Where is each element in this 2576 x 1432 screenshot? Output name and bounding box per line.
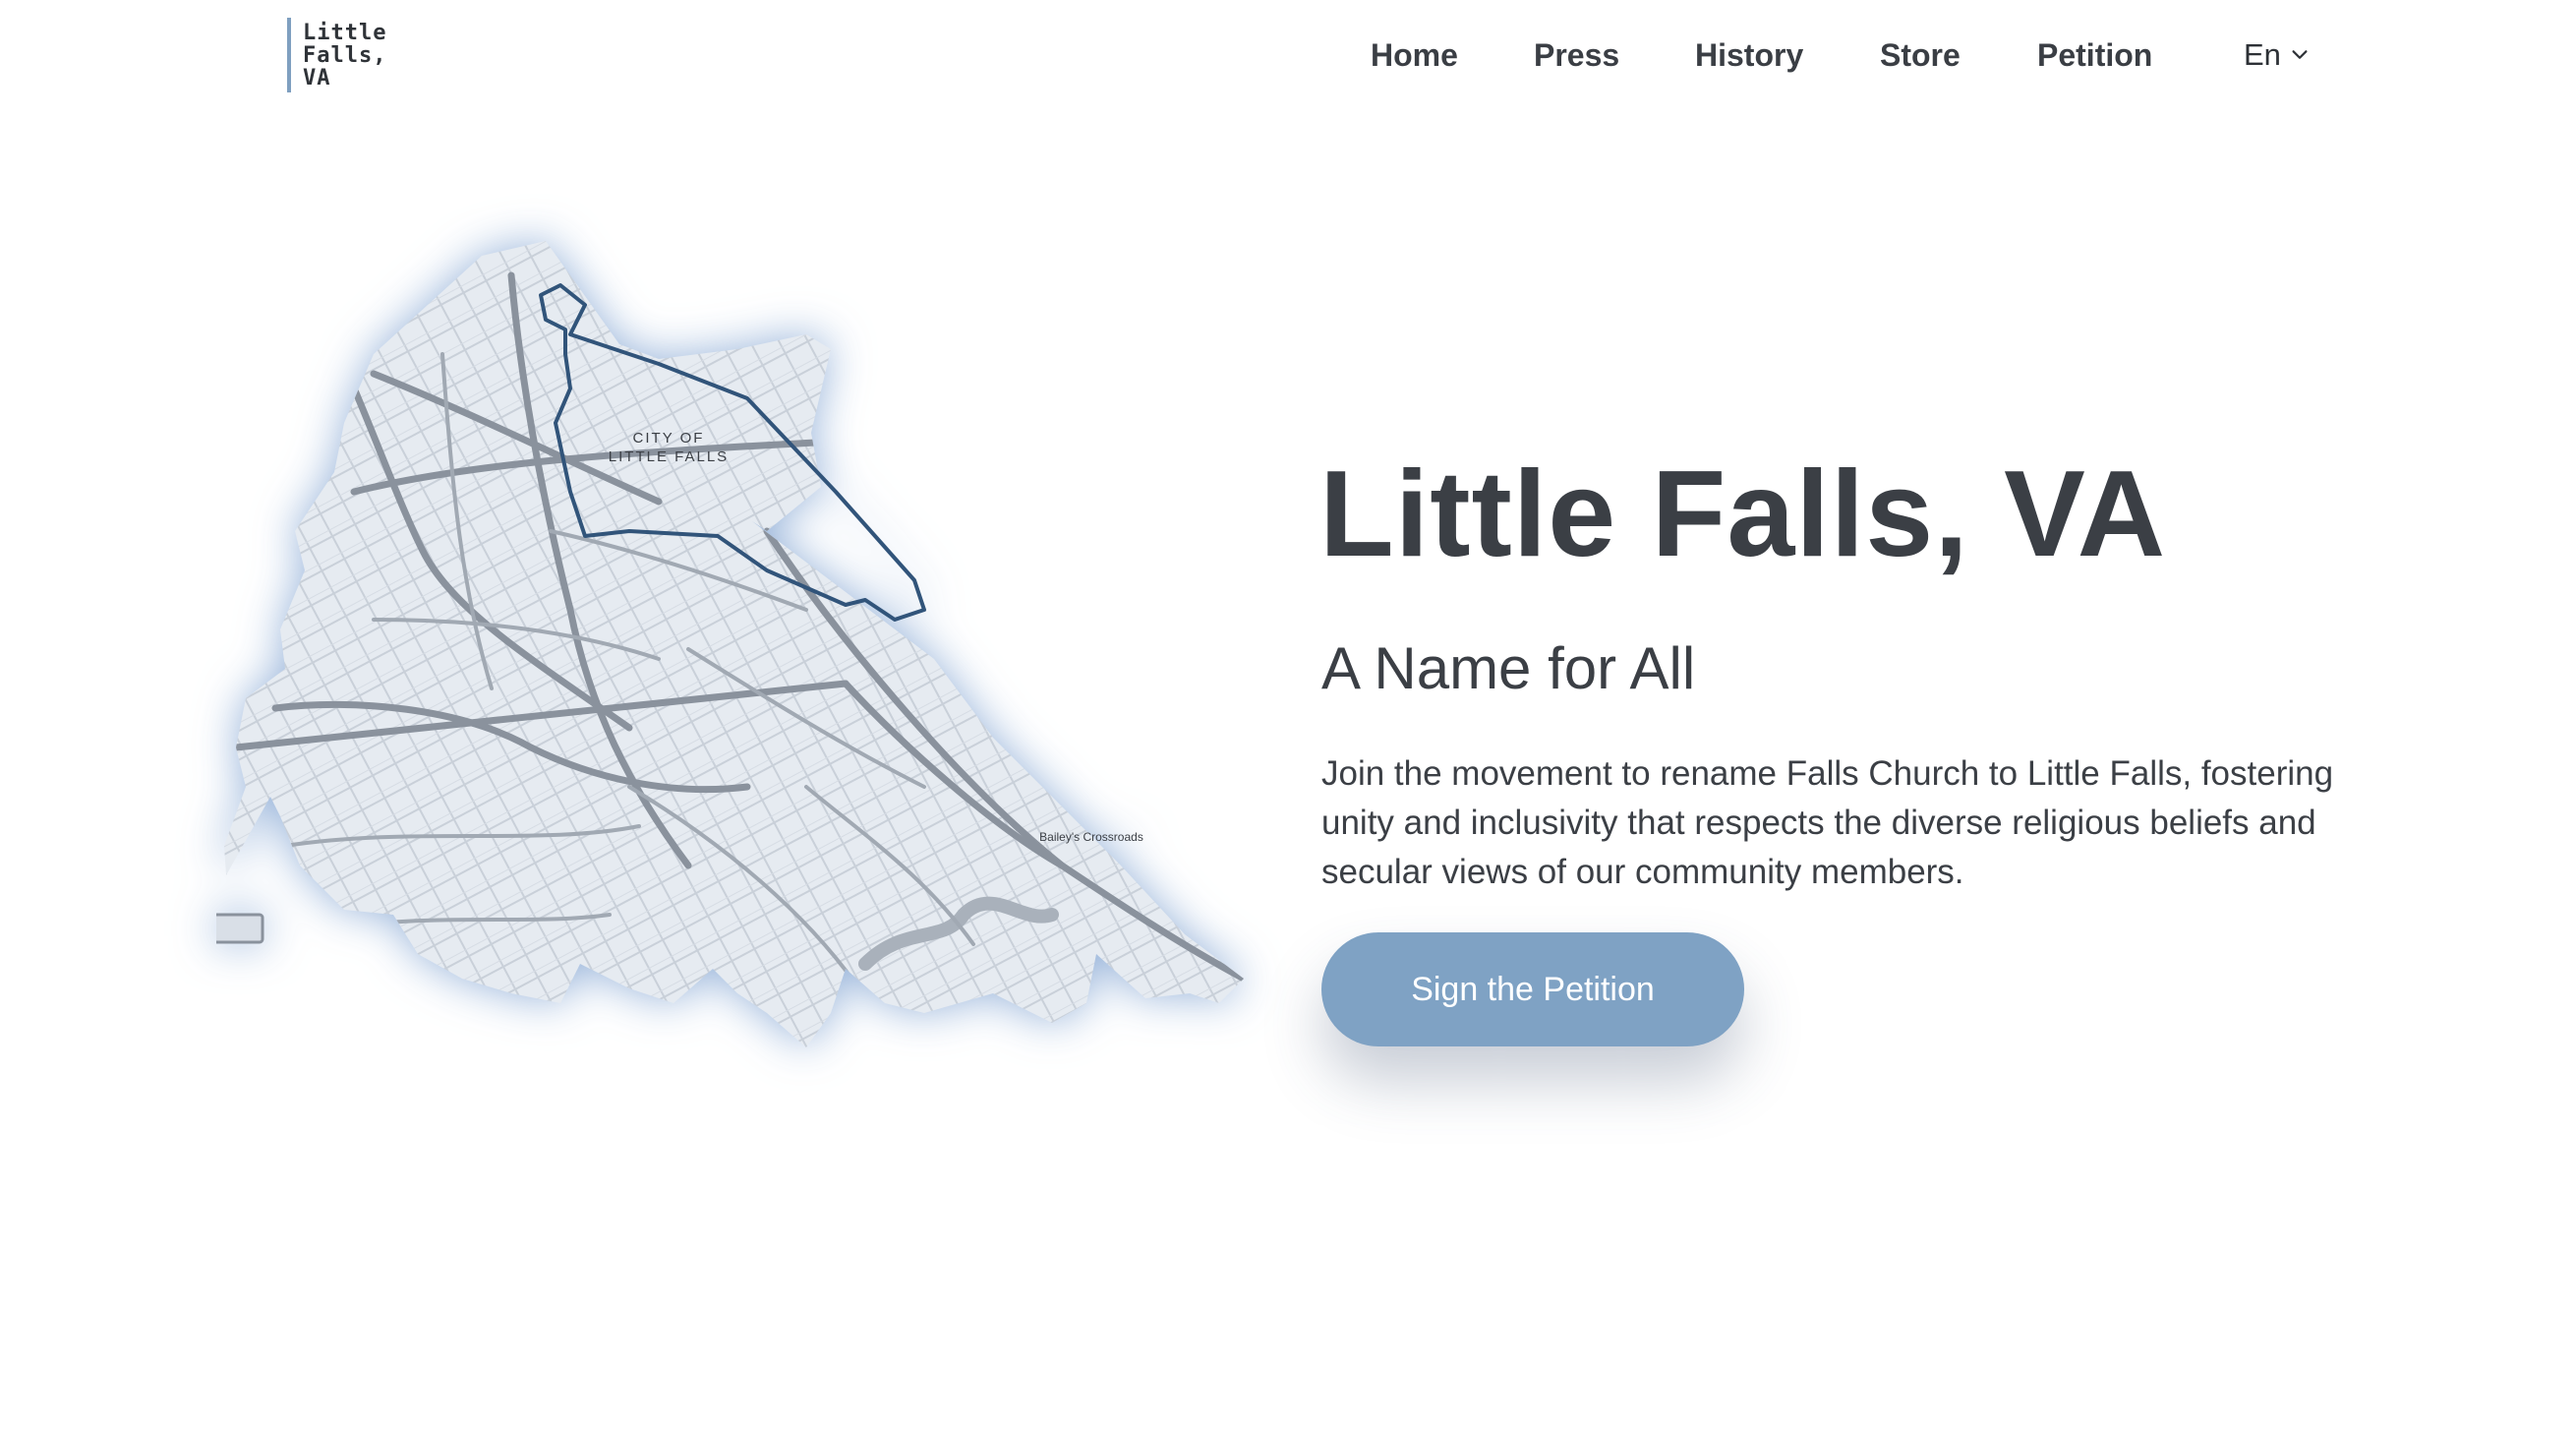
chevron-down-icon	[2292, 50, 2308, 59]
map-label-city-1: CITY OF	[633, 430, 705, 447]
map-label-city-2: LITTLE FALLS	[609, 448, 729, 465]
city-map-illustration: CITY OF LITTLE FALLS Bailey's Crossroads	[216, 241, 1244, 1047]
nav-history[interactable]: History	[1695, 31, 1803, 79]
language-selector[interactable]: En	[2244, 31, 2311, 79]
hero-subtitle: A Name for All	[1321, 635, 1696, 701]
hero-description: Join the movement to rename Falls Church…	[1321, 754, 2334, 891]
nav-press[interactable]: Press	[1534, 31, 1619, 79]
city-land-area	[224, 241, 1244, 1047]
map-label-baileys: Bailey's Crossroads	[1039, 830, 1143, 844]
hero-title: Little Falls, VA	[1319, 447, 2167, 582]
nav-store[interactable]: Store	[1880, 31, 1961, 79]
sign-petition-button[interactable]: Sign the Petition	[1321, 932, 1744, 1046]
main-nav: Home Press History Store Petition En	[0, 31, 2576, 79]
language-label: En	[2244, 37, 2281, 72]
nav-petition[interactable]: Petition	[2037, 31, 2152, 79]
small-parcel	[216, 913, 264, 944]
nav-home[interactable]: Home	[1371, 31, 1458, 79]
